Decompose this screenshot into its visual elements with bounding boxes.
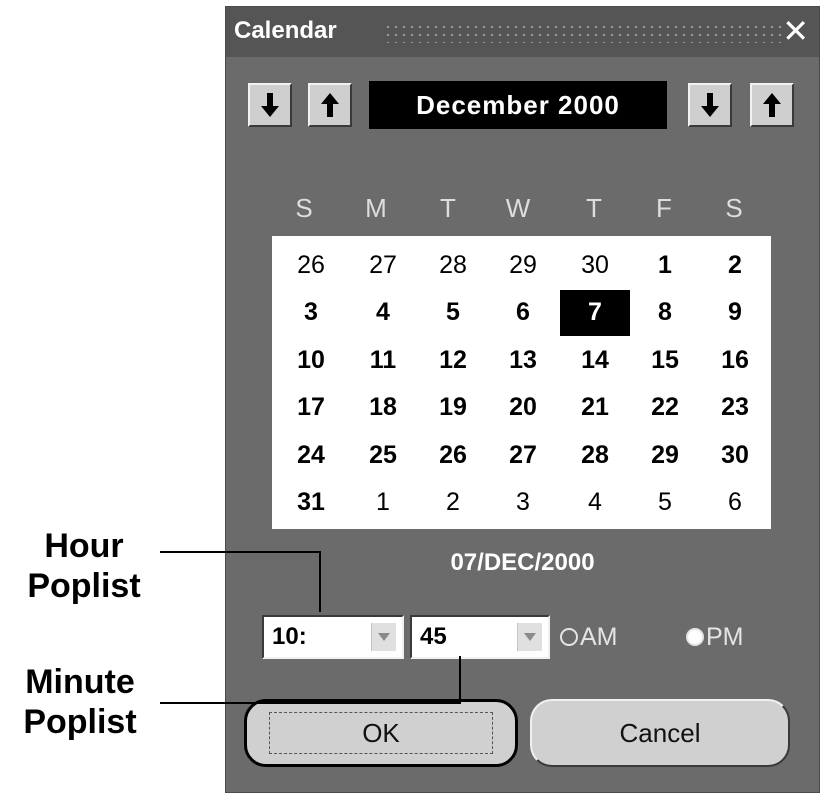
hour-leader-line (160, 551, 321, 612)
callout-leaders (160, 551, 461, 704)
minute-leader-line (160, 656, 461, 704)
